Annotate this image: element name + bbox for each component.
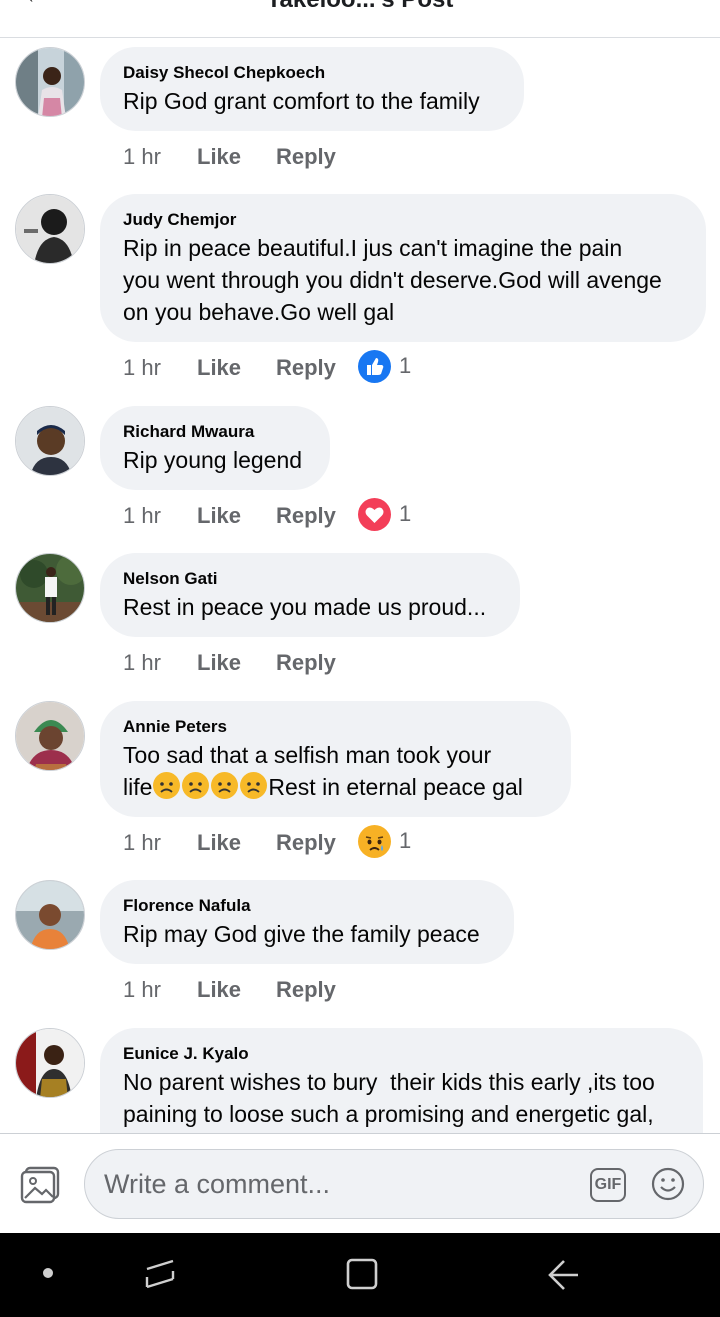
comment-author[interactable]: Richard Mwaura (123, 422, 307, 442)
post-title: Takeloo...'s Post (0, 0, 720, 14)
comment-text: Rip young legend (123, 447, 303, 473)
comment-text-line: Rip in peace beautiful.I jus can't imagi… (123, 235, 623, 261)
reply-button[interactable]: Reply (276, 650, 358, 676)
comment-actions: 1 hr Like Reply 1 (123, 349, 412, 383)
home-icon[interactable] (342, 1255, 382, 1295)
comment-bubble[interactable]: Florence Nafula Rip may God give the fam… (100, 880, 514, 964)
comment-text-line: you went through you didn't deserve.God … (123, 267, 662, 293)
avatar[interactable] (15, 553, 85, 623)
like-reaction-icon (358, 349, 391, 383)
comment-text-segment: Rest in eternal peace gal (268, 774, 523, 800)
comment-text: Too sad that a selfish man took your lif… (123, 739, 548, 803)
comment-actions: 1 hr Like Reply (123, 975, 358, 1005)
comment-time[interactable]: 1 hr (123, 650, 197, 676)
like-button[interactable]: Like (197, 144, 276, 170)
avatar[interactable] (15, 701, 85, 771)
gif-button[interactable]: GIF (590, 1168, 626, 1202)
photo-icon[interactable] (20, 1166, 62, 1204)
comment-time[interactable]: 1 hr (123, 977, 197, 1003)
post-header: ← Takeloo...'s Post (0, 0, 720, 38)
like-button[interactable]: Like (197, 503, 276, 529)
worried-face-emoji-icon (182, 772, 210, 799)
system-nav-bar (0, 1233, 720, 1317)
comment-bubble[interactable]: Daisy Shecol Chepkoech Rip God grant com… (100, 47, 524, 131)
comment-author[interactable]: Nelson Gati (123, 569, 497, 589)
comment-composer: Write a comment... GIF (0, 1133, 720, 1233)
like-button[interactable]: Like (197, 977, 276, 1003)
avatar[interactable] (15, 47, 85, 117)
like-button[interactable]: Like (197, 355, 276, 381)
reply-button[interactable]: Reply (276, 355, 358, 381)
comment-text-line: life Rest in eternal peace gal (123, 771, 548, 803)
comment-time[interactable]: 1 hr (123, 830, 197, 856)
comment-time[interactable]: 1 hr (123, 355, 197, 381)
comment-text: Rest in peace you made us proud... (123, 594, 487, 620)
recent-apps-icon[interactable] (140, 1255, 180, 1295)
comment-text: No parent wishes to bury their kids this… (123, 1066, 680, 1130)
comment-author[interactable]: Judy Chemjor (123, 210, 683, 230)
comment-actions: 1 hr Like Reply 1 (123, 824, 412, 858)
comment-author[interactable]: Florence Nafula (123, 896, 491, 916)
comment-input-placeholder: Write a comment... (104, 1169, 331, 1199)
comment-input[interactable]: Write a comment... GIF (84, 1149, 704, 1219)
comment-text-segment: life (123, 774, 153, 800)
reaction-count: 1 (399, 501, 412, 526)
comment-text: Rip may God give the family peace (123, 921, 480, 947)
avatar[interactable] (15, 194, 85, 264)
avatar[interactable] (15, 880, 85, 950)
comment-text: Rip God grant comfort to the family (123, 88, 480, 114)
comments-list[interactable]: Daisy Shecol Chepkoech Rip God grant com… (0, 38, 720, 1133)
comment-bubble[interactable]: Annie Peters Too sad that a selfish man … (100, 701, 571, 817)
comment-text-line: No parent wishes to bury their kids this… (123, 1069, 655, 1095)
comment-author[interactable]: Eunice J. Kyalo (123, 1044, 680, 1064)
comment-actions: 1 hr Like Reply (123, 648, 358, 678)
reply-button[interactable]: Reply (276, 830, 358, 856)
comment-bubble[interactable]: Richard Mwaura Rip young legend (100, 406, 330, 490)
comment-text-line: paining to loose such a promising and en… (123, 1101, 654, 1127)
reply-button[interactable]: Reply (276, 977, 358, 1003)
comment-actions: 1 hr Like Reply 1 (123, 497, 412, 531)
reaction-count: 1 (399, 353, 412, 378)
comment-author[interactable]: Daisy Shecol Chepkoech (123, 63, 501, 83)
reaction-summary[interactable]: 1 (358, 824, 412, 858)
love-reaction-icon (358, 497, 391, 531)
worried-face-emoji-icon (240, 772, 268, 799)
sad-reaction-icon (358, 824, 391, 858)
emoji-picker-icon[interactable] (651, 1167, 685, 1201)
like-button[interactable]: Like (197, 650, 276, 676)
comment-text: Rip in peace beautiful.I jus can't imagi… (123, 232, 683, 328)
back-icon[interactable] (544, 1255, 584, 1295)
reply-button[interactable]: Reply (276, 503, 358, 529)
comment-author[interactable]: Annie Peters (123, 717, 548, 737)
comment-bubble[interactable]: Judy Chemjor Rip in peace beautiful.I ju… (100, 194, 706, 342)
like-button[interactable]: Like (197, 830, 276, 856)
worried-face-emoji-icon (211, 772, 239, 799)
reaction-summary[interactable]: 1 (358, 349, 412, 383)
comment-text-line: on you behave.Go well gal (123, 299, 395, 325)
comment-time[interactable]: 1 hr (123, 144, 197, 170)
reply-button[interactable]: Reply (276, 144, 358, 170)
comment-bubble[interactable]: Eunice J. Kyalo No parent wishes to bury… (100, 1028, 703, 1133)
avatar[interactable] (15, 1028, 85, 1098)
comment-bubble[interactable]: Nelson Gati Rest in peace you made us pr… (100, 553, 520, 637)
dot-indicator-icon (28, 1255, 68, 1295)
worried-face-emoji-icon (153, 772, 181, 799)
comment-text-line: Too sad that a selfish man took your (123, 742, 492, 768)
comment-time[interactable]: 1 hr (123, 503, 197, 529)
reaction-summary[interactable]: 1 (358, 497, 412, 531)
avatar[interactable] (15, 406, 85, 476)
comment-actions: 1 hr Like Reply (123, 142, 358, 172)
reaction-count: 1 (399, 828, 412, 853)
